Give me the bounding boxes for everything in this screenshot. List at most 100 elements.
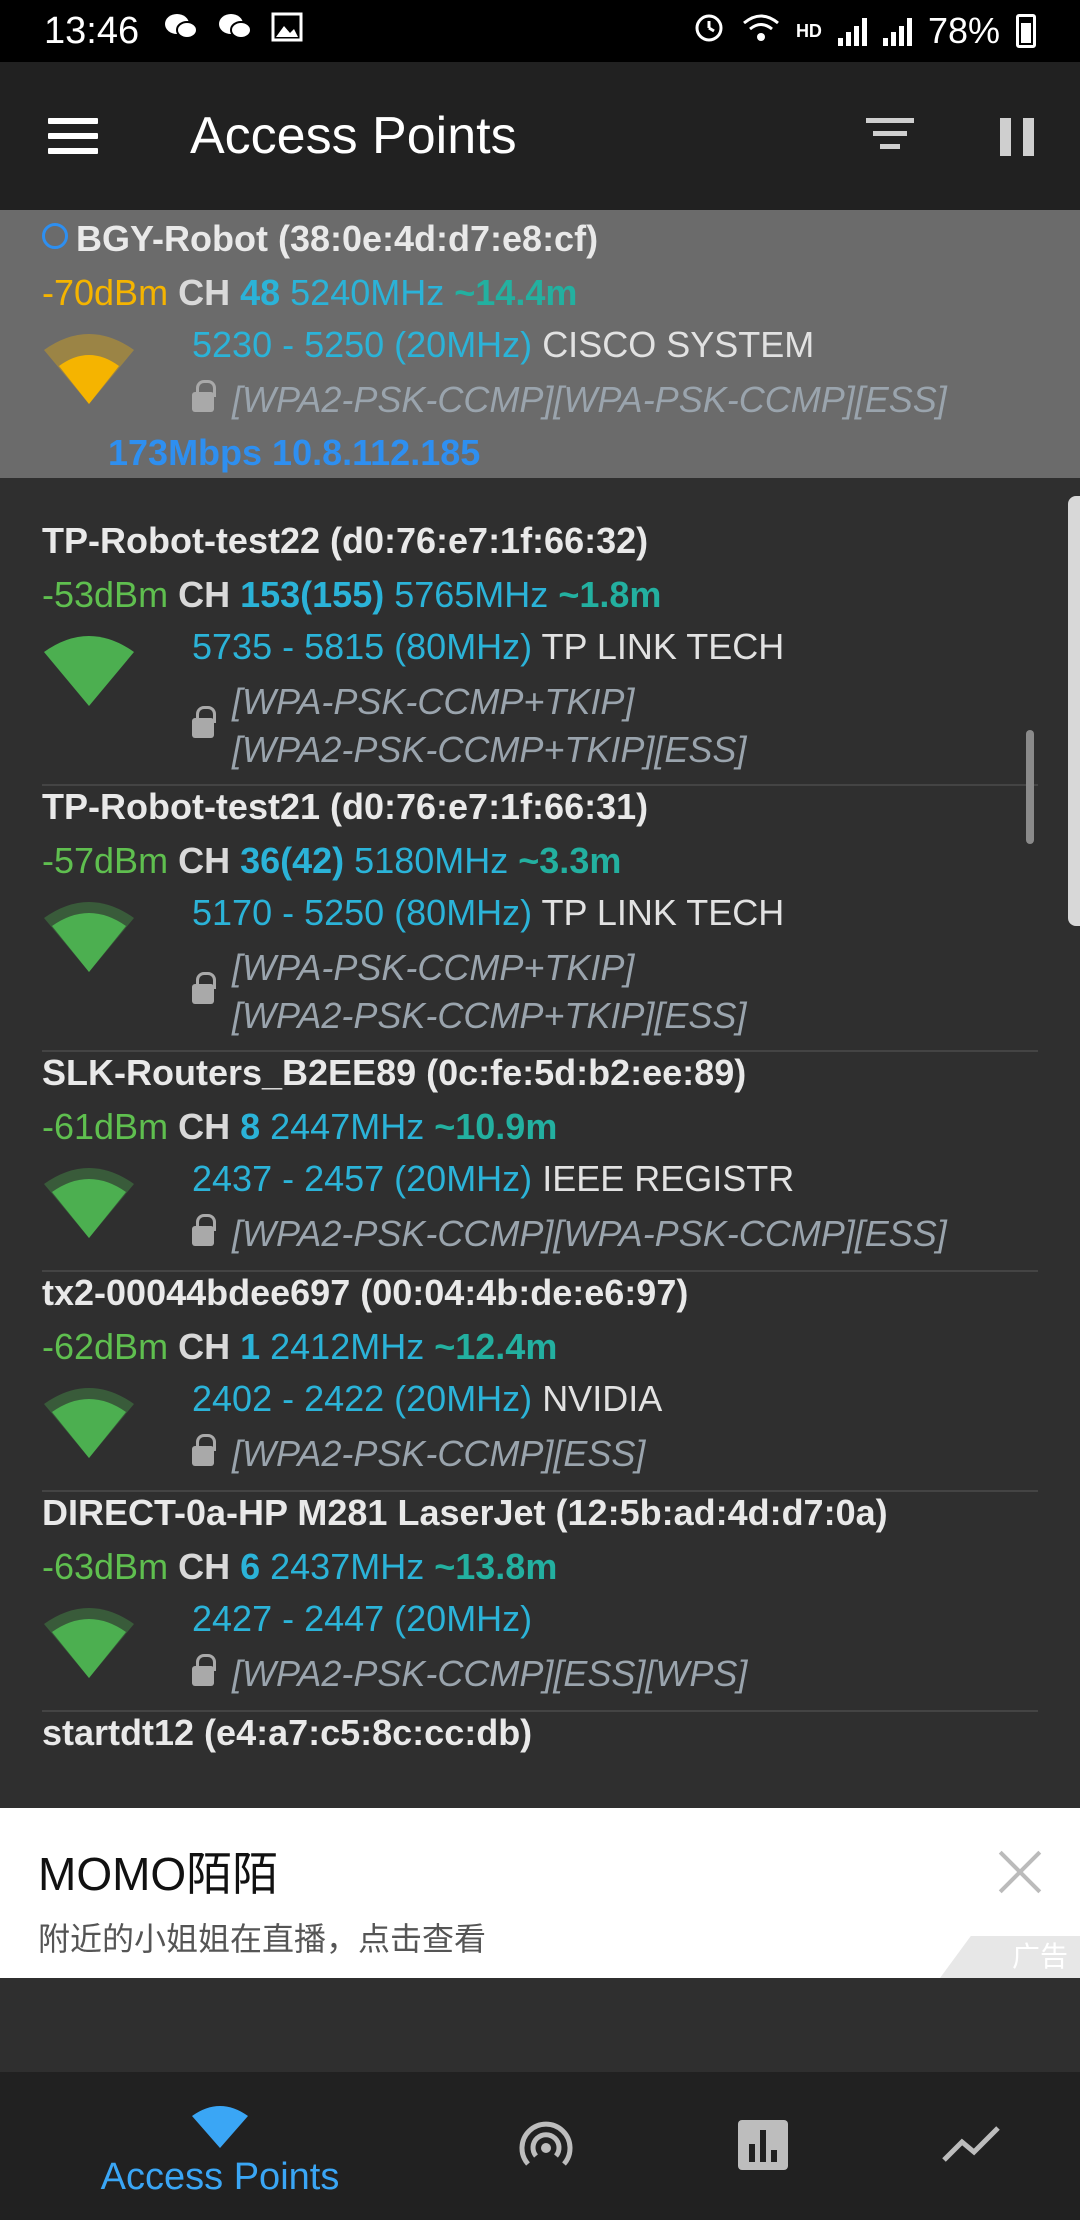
ap-signal-row: -70dBm CH 48 5240MHz ~14.4m (42, 272, 577, 314)
lock-icon (192, 1214, 216, 1246)
ap-signal-row: -57dBm CH 36(42) 5180MHz ~3.3m (42, 840, 621, 882)
ap-signal-row: -61dBm CH 8 2447MHz ~10.9m (42, 1106, 557, 1148)
ap-security: [WPA2-PSK-CCMP+TKIP][ESS] (232, 729, 747, 770)
lock-icon (192, 1434, 216, 1466)
connected-icon (42, 223, 68, 249)
radar-icon (519, 2121, 573, 2166)
ap-dbm: -53dBm (42, 574, 169, 615)
ap-frequency: 5765MHz (394, 574, 549, 615)
ap-range-row: 2427 - 2447 (20MHz) (192, 1598, 532, 1640)
ap-vendor: IEEE REGISTR (542, 1158, 795, 1199)
status-time: 13:46 (44, 9, 140, 52)
ap-distance: ~10.9m (434, 1106, 558, 1147)
alarm-icon (692, 10, 726, 53)
ap-channel: 48 (240, 272, 281, 313)
menu-icon[interactable] (48, 118, 98, 154)
scrollbar[interactable] (1026, 730, 1034, 844)
ap-security: [WPA2-PSK-CCMP][ESS][WPS] (232, 1653, 748, 1694)
ap-distance: ~14.4m (454, 272, 578, 313)
ap-channel: 6 (240, 1546, 261, 1587)
list-item[interactable]: TP-Robot-test21 (d0:76:e7:1f:66:31) -57d… (0, 786, 1080, 1052)
bottom-navigation: Access Points (0, 2072, 1080, 2220)
ap-ch-label: CH (178, 574, 231, 615)
ap-ch-label: CH (178, 1546, 231, 1587)
ap-range-row: 2402 - 2422 (20MHz) NVIDIA (192, 1378, 662, 1420)
ad-description: 附近的小姐姐在直播，点击查看 (38, 1921, 487, 1957)
ap-frequency: 2447MHz (270, 1106, 425, 1147)
ap-distance: ~1.8m (558, 574, 662, 615)
ad-tag: 广告 (940, 1936, 1080, 1978)
nav-time-graph[interactable] (920, 2072, 1050, 2220)
wifi-signal-icon (44, 636, 134, 706)
ap-range-row: 2437 - 2457 (20MHz) IEEE REGISTR (192, 1158, 794, 1200)
list-item[interactable]: tx2-00044bdee697 (00:04:4b:de:e6:97) -62… (0, 1272, 1080, 1492)
ap-range: 5170 - 5250 (80MHz) (192, 892, 533, 933)
nav-access-points[interactable]: Access Points (40, 2072, 400, 2220)
ap-signal-row: -63dBm CH 6 2437MHz ~13.8m (42, 1546, 557, 1588)
ap-channel: 153(155) (240, 574, 385, 615)
ap-dbm: -57dBm (42, 840, 169, 881)
ap-security: [WPA-PSK-CCMP+TKIP] (232, 947, 635, 988)
ap-dbm: -70dBm (42, 272, 169, 313)
ap-distance: ~13.8m (434, 1546, 558, 1587)
ap-vendor: TP LINK TECH (541, 892, 785, 933)
ad-banner[interactable]: MOMO陌陌 附近的小姐姐在直播，点击查看 广告 (0, 1808, 1080, 1978)
wechat-icon (217, 12, 253, 50)
ap-range-row: 5735 - 5815 (80MHz) TP LINK TECH (192, 626, 784, 668)
signal-icon (882, 16, 912, 46)
list-item[interactable]: BGY-Robot (38:0e:4d:d7:e8:cf) -70dBm CH … (0, 210, 1080, 478)
bar-chart-icon (738, 2120, 788, 2170)
wifi-icon (742, 10, 780, 52)
ap-channel: 36(42) (240, 840, 345, 881)
wifi-signal-icon (44, 902, 134, 972)
gallery-icon (271, 12, 303, 50)
ap-ch-label: CH (178, 1106, 231, 1147)
list-item[interactable]: TP-Robot-test22 (d0:76:e7:1f:66:32) -53d… (0, 520, 1080, 786)
ap-name: BGY-Robot (38:0e:4d:d7:e8:cf) (76, 218, 599, 259)
signal-icon (837, 16, 867, 46)
page-title: Access Points (190, 107, 517, 165)
wifi-signal-icon (44, 334, 134, 404)
wifi-signal-icon (44, 1168, 134, 1238)
lock-icon (192, 1654, 216, 1686)
ap-name: TP-Robot-test22 (d0:76:e7:1f:66:32) (42, 520, 649, 561)
battery-icon (1016, 14, 1036, 48)
ap-signal-row: -62dBm CH 1 2412MHz ~12.4m (42, 1326, 557, 1368)
list-item[interactable]: DIRECT-0a-HP M281 LaserJet (12:5b:ad:4d:… (0, 1492, 1080, 1712)
lock-icon (192, 972, 216, 1004)
ap-distance: ~3.3m (518, 840, 622, 881)
ap-name-row: BGY-Robot (38:0e:4d:d7:e8:cf) (42, 218, 598, 260)
ap-range: 2427 - 2447 (20MHz) (192, 1598, 533, 1639)
app-bar: Access Points (0, 62, 1080, 210)
ap-security: [WPA2-PSK-CCMP+TKIP][ESS] (232, 995, 747, 1036)
wechat-icon (163, 12, 199, 50)
list-item[interactable]: startdt12 (e4:a7:c5:8c:cc:db) (0, 1712, 1080, 1808)
ap-range: 5230 - 5250 (20MHz) (192, 324, 533, 365)
ap-dbm: -63dBm (42, 1546, 169, 1587)
pause-icon[interactable] (1000, 118, 1034, 156)
access-point-list[interactable]: BGY-Robot (38:0e:4d:d7:e8:cf) -70dBm CH … (0, 210, 1080, 1808)
ap-name: TP-Robot-test21 (d0:76:e7:1f:66:31) (42, 786, 649, 827)
ap-name: startdt12 (e4:a7:c5:8c:cc:db) (42, 1712, 533, 1753)
ap-security: [WPA2-PSK-CCMP][WPA-PSK-CCMP][ESS] (232, 379, 947, 420)
ap-name: DIRECT-0a-HP M281 LaserJet (12:5b:ad:4d:… (42, 1492, 888, 1533)
nav-label-access-points: Access Points (100, 2156, 340, 2198)
ap-range-row: 5230 - 5250 (20MHz) CISCO SYSTEM (192, 324, 814, 366)
filter-icon[interactable] (866, 118, 914, 154)
nav-radar[interactable] (480, 2072, 610, 2220)
close-icon[interactable] (996, 1848, 1044, 1896)
ap-rate-ip: 173Mbps 10.8.112.185 (108, 432, 481, 473)
wifi-icon (192, 2106, 248, 2148)
ap-dbm: -62dBm (42, 1326, 169, 1367)
edge-panel-handle[interactable] (1068, 496, 1080, 926)
lock-icon (192, 706, 216, 738)
lock-icon (192, 380, 216, 412)
wifi-signal-icon (44, 1388, 134, 1458)
wifi-signal-icon (44, 1608, 134, 1678)
ap-vendor: TP LINK TECH (541, 626, 785, 667)
status-bar: 13:46 HD 78% (0, 0, 1080, 62)
ap-channel: 8 (240, 1106, 261, 1147)
ap-dbm: -61dBm (42, 1106, 169, 1147)
list-item[interactable]: SLK-Routers_B2EE89 (0c:fe:5d:b2:ee:89) -… (0, 1052, 1080, 1272)
nav-channel-graph[interactable] (700, 2072, 830, 2220)
